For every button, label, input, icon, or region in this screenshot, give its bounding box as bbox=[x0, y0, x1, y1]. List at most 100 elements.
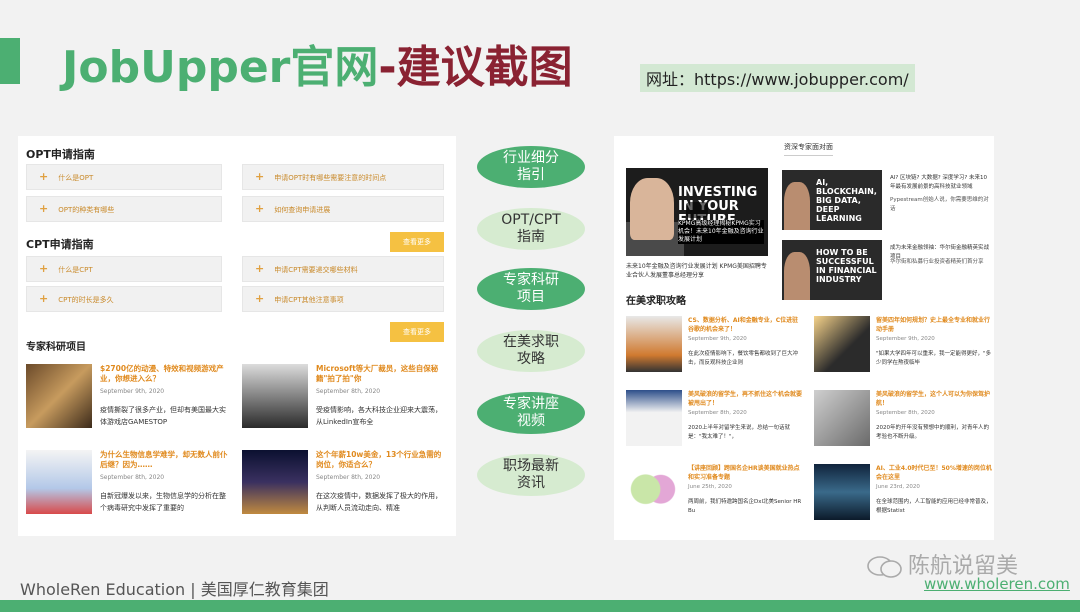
article-thumbnail bbox=[626, 316, 682, 372]
footer-brand: WholeRen Education | 美国厚仁教育集团 bbox=[20, 580, 329, 599]
project-date: September 9th, 2020 bbox=[100, 388, 165, 395]
project-card[interactable]: 这个年薪10w美金，13个行业急需的岗位，你适合么？ September 8th… bbox=[242, 450, 452, 530]
video-title: HOW TO BE SUCCESSFUL IN FINANCIAL INDUST… bbox=[816, 248, 877, 284]
opt-guide-title: OPT申请指南 bbox=[26, 148, 95, 161]
plus-icon: + bbox=[39, 292, 49, 305]
article-title[interactable]: 美风破浪的留学生，这个人可以为你保驾护航！ bbox=[876, 390, 992, 408]
article-desc: 2020年的开年没有预想中的顺利，对青年人的考验也不断升级。 bbox=[876, 425, 989, 440]
project-thumbnail bbox=[242, 364, 308, 428]
article-title[interactable]: 留美四年如何规划？史上最全专业和就业行动手册 bbox=[876, 316, 992, 334]
video-section-header: 资深专家面对面 bbox=[784, 142, 833, 156]
article-desc: 两周前，我们特邀跨国名企Dxl北美Senior HR Bu bbox=[688, 499, 802, 514]
accordion-item[interactable]: + 什么是CPT bbox=[26, 256, 222, 282]
article-title[interactable]: 美风破浪的留学生，再不抓住这个机会就要被甩出了！ bbox=[688, 390, 804, 408]
job-article[interactable]: 留美四年如何规划？史上最全专业和就业行动手册 September 9th, 20… bbox=[814, 316, 994, 386]
project-card[interactable]: $2700亿的动漫、特效和视频游戏产业，你想进入么？ September 9th… bbox=[26, 364, 236, 444]
pill-industry-guide: 行业细分 指引 bbox=[477, 146, 585, 188]
article-title[interactable]: AI、工业4.0时代已至！50%增速的岗位机会在这里 bbox=[876, 464, 992, 482]
project-desc: 在这次疫情中，数据发挥了极大的作用，从判断人员流动走向、精准 bbox=[316, 492, 442, 512]
plus-icon: + bbox=[255, 170, 265, 183]
job-article[interactable]: CS、数据分析、AI和金融专业，C位进驻谷歌的机会来了！ September 9… bbox=[626, 316, 806, 386]
expert-projects-title: 专家科研项目 bbox=[26, 342, 86, 353]
wechat-icon bbox=[867, 556, 902, 578]
article-title[interactable]: CS、数据分析、AI和金融专业，C位进驻谷歌的机会来了！ bbox=[688, 316, 804, 334]
cpt-guide-title: CPT申请指南 bbox=[26, 238, 94, 251]
article-thumbnail bbox=[814, 316, 870, 372]
plus-icon: + bbox=[39, 170, 49, 183]
plus-icon: + bbox=[255, 292, 265, 305]
accordion-item[interactable]: + 申请OPT时有哪些需要注意的时间点 bbox=[242, 164, 444, 190]
video-sub: Pypestream创始人说，你需要思维的对话 bbox=[890, 197, 989, 212]
accordion-item[interactable]: + OPT的种类有哪些 bbox=[26, 196, 222, 222]
pill-job-strategy: 在美求职 攻略 bbox=[477, 330, 585, 372]
footer-bar bbox=[0, 600, 1080, 612]
article-date: June 25th, 2020 bbox=[688, 484, 732, 490]
project-thumbnail bbox=[26, 450, 92, 514]
article-date: September 8th, 2020 bbox=[688, 410, 747, 416]
project-desc: 自新冠爆发以来，生物信息学的分析在整个病毒研究中发挥了重要的 bbox=[100, 492, 226, 512]
project-thumbnail bbox=[26, 364, 92, 428]
video-desc[interactable]: AI? 区块链? 大数据? 深度学习? 未来10年最有发展前景的高科技就业领域 bbox=[890, 174, 990, 192]
pill-career-news: 职场最新 资讯 bbox=[477, 454, 585, 496]
pill-expert-projects: 专家科研 项目 bbox=[477, 268, 585, 310]
featured-video[interactable]: INVESTING IN YOUR FUTURE KPMG高级经理揭秘KPMG实… bbox=[626, 168, 768, 256]
project-thumbnail bbox=[242, 450, 308, 514]
play-icon[interactable] bbox=[686, 202, 708, 218]
plus-icon: + bbox=[39, 202, 49, 215]
article-thumbnail bbox=[814, 464, 870, 520]
article-desc: 在全球范围内，人工智能的应用已经非常普及，根据Statist bbox=[876, 499, 992, 514]
video-thumb[interactable]: AI, BLOCKCHAIN, BIG DATA, DEEP LEARNING bbox=[782, 170, 882, 230]
plus-icon: + bbox=[255, 202, 265, 215]
article-thumbnail bbox=[626, 390, 682, 446]
footer-url[interactable]: www.wholeren.com bbox=[924, 575, 1070, 593]
featured-video-caption: 未来10年金融及咨询行业发展计划 KPMG美国招聘专业合伙人发展董事总经理分享 bbox=[626, 263, 767, 279]
project-date: September 8th, 2020 bbox=[100, 474, 165, 481]
project-title[interactable]: $2700亿的动漫、特效和视频游戏产业，你想进入么？ bbox=[100, 364, 230, 384]
article-desc: 2020上半年对留学生来说，总结一句话就是："我太难了！"， bbox=[688, 425, 790, 440]
job-strategy-title: 在美求职攻略 bbox=[626, 296, 686, 307]
accordion-item[interactable]: + 申请CPT其他注意事项 bbox=[242, 286, 444, 312]
article-date: September 8th, 2020 bbox=[876, 410, 935, 416]
plus-icon: + bbox=[255, 262, 265, 275]
article-date: June 23rd, 2020 bbox=[876, 484, 920, 490]
project-desc: 受疫情影响，各大科技企业迎来大震荡，从LinkedIn宣布全 bbox=[316, 406, 442, 426]
job-article[interactable]: AI、工业4.0时代已至！50%增速的岗位机会在这里 June 23rd, 20… bbox=[814, 464, 994, 534]
article-thumbnail bbox=[814, 390, 870, 446]
accordion-item[interactable]: + CPT的时长是多久 bbox=[26, 286, 222, 312]
project-title[interactable]: 为什么生物信息学难学，却无数人前仆后继？因为…… bbox=[100, 450, 230, 470]
speaker-photo bbox=[630, 178, 674, 240]
slide-title: JobUpper官网-建议截图 bbox=[62, 42, 573, 93]
title-accent-bar bbox=[0, 38, 20, 84]
video-thumb[interactable]: HOW TO BE SUCCESSFUL IN FINANCIAL INDUST… bbox=[782, 240, 882, 300]
article-title[interactable]: 【讲座回顾】跨国名企HR谈美国就业热点和实习准备专题 bbox=[688, 464, 804, 482]
accordion-item[interactable]: + 申请CPT需要递交哪些材料 bbox=[242, 256, 444, 282]
view-more-button[interactable]: 查看更多 bbox=[390, 322, 444, 342]
left-screenshot-panel: OPT申请指南 + 什么是OPT + 申请OPT时有哪些需要注意的时间点 + OPT的… bbox=[18, 136, 456, 536]
website-url[interactable]: 网址：https://www.jobupper.com/ bbox=[640, 64, 915, 92]
project-title[interactable]: Microsoft等大厂裁员，这些自保秘籍"拍了拍"你 bbox=[316, 364, 446, 384]
plus-icon: + bbox=[39, 262, 49, 275]
project-card[interactable]: Microsoft等大厂裁员，这些自保秘籍"拍了拍"你 September 8t… bbox=[242, 364, 452, 444]
video-sub: 华尔街和私募行业投资者精英们首分享 bbox=[890, 259, 984, 265]
project-card[interactable]: 为什么生物信息学难学，却无数人前仆后继？因为…… September 8th, … bbox=[26, 450, 236, 530]
project-title[interactable]: 这个年薪10w美金，13个行业急需的岗位，你适合么？ bbox=[316, 450, 446, 470]
article-date: September 9th, 2020 bbox=[688, 336, 747, 342]
accordion-item[interactable]: + 如何查询申请进展 bbox=[242, 196, 444, 222]
right-screenshot-panel: 资深专家面对面 INVESTING IN YOUR FUTURE KPMG高级经… bbox=[614, 136, 994, 540]
article-thumbnail bbox=[626, 464, 682, 520]
pill-opt-cpt-guide: OPT/CPT 指南 bbox=[477, 208, 585, 250]
article-desc: 在此次疫情影响下，餐饮零售都收到了巨大冲击，而反观科技企业则 bbox=[688, 351, 799, 366]
project-date: September 8th, 2020 bbox=[316, 474, 381, 481]
job-article[interactable]: 【讲座回顾】跨国名企HR谈美国就业热点和实习准备专题 June 25th, 20… bbox=[626, 464, 806, 534]
video-title: AI, BLOCKCHAIN, BIG DATA, DEEP LEARNING bbox=[816, 178, 877, 223]
video-caption: KPMG高级经理揭秘KPMG实习机会！未来10年金融及咨询行业发展计划 bbox=[678, 220, 764, 244]
view-more-button[interactable]: 查看更多 bbox=[390, 232, 444, 252]
project-desc: 疫情撕裂了很多产业，但却有美国最大实体游戏店GAMESTOP bbox=[100, 406, 226, 426]
pill-expert-videos: 专家讲座 视频 bbox=[477, 392, 585, 434]
job-article[interactable]: 美风破浪的留学生，再不抓住这个机会就要被甩出了！ September 8th, … bbox=[626, 390, 806, 460]
job-article[interactable]: 美风破浪的留学生，这个人可以为你保驾护航！ September 8th, 202… bbox=[814, 390, 994, 460]
article-desc: "如果大学四年可以重来，我一定能得更好，"多少同学在熬夜临毕 bbox=[876, 351, 992, 366]
project-date: September 8th, 2020 bbox=[316, 388, 381, 395]
accordion-item[interactable]: + 什么是OPT bbox=[26, 164, 222, 190]
article-date: September 9th, 2020 bbox=[876, 336, 935, 342]
